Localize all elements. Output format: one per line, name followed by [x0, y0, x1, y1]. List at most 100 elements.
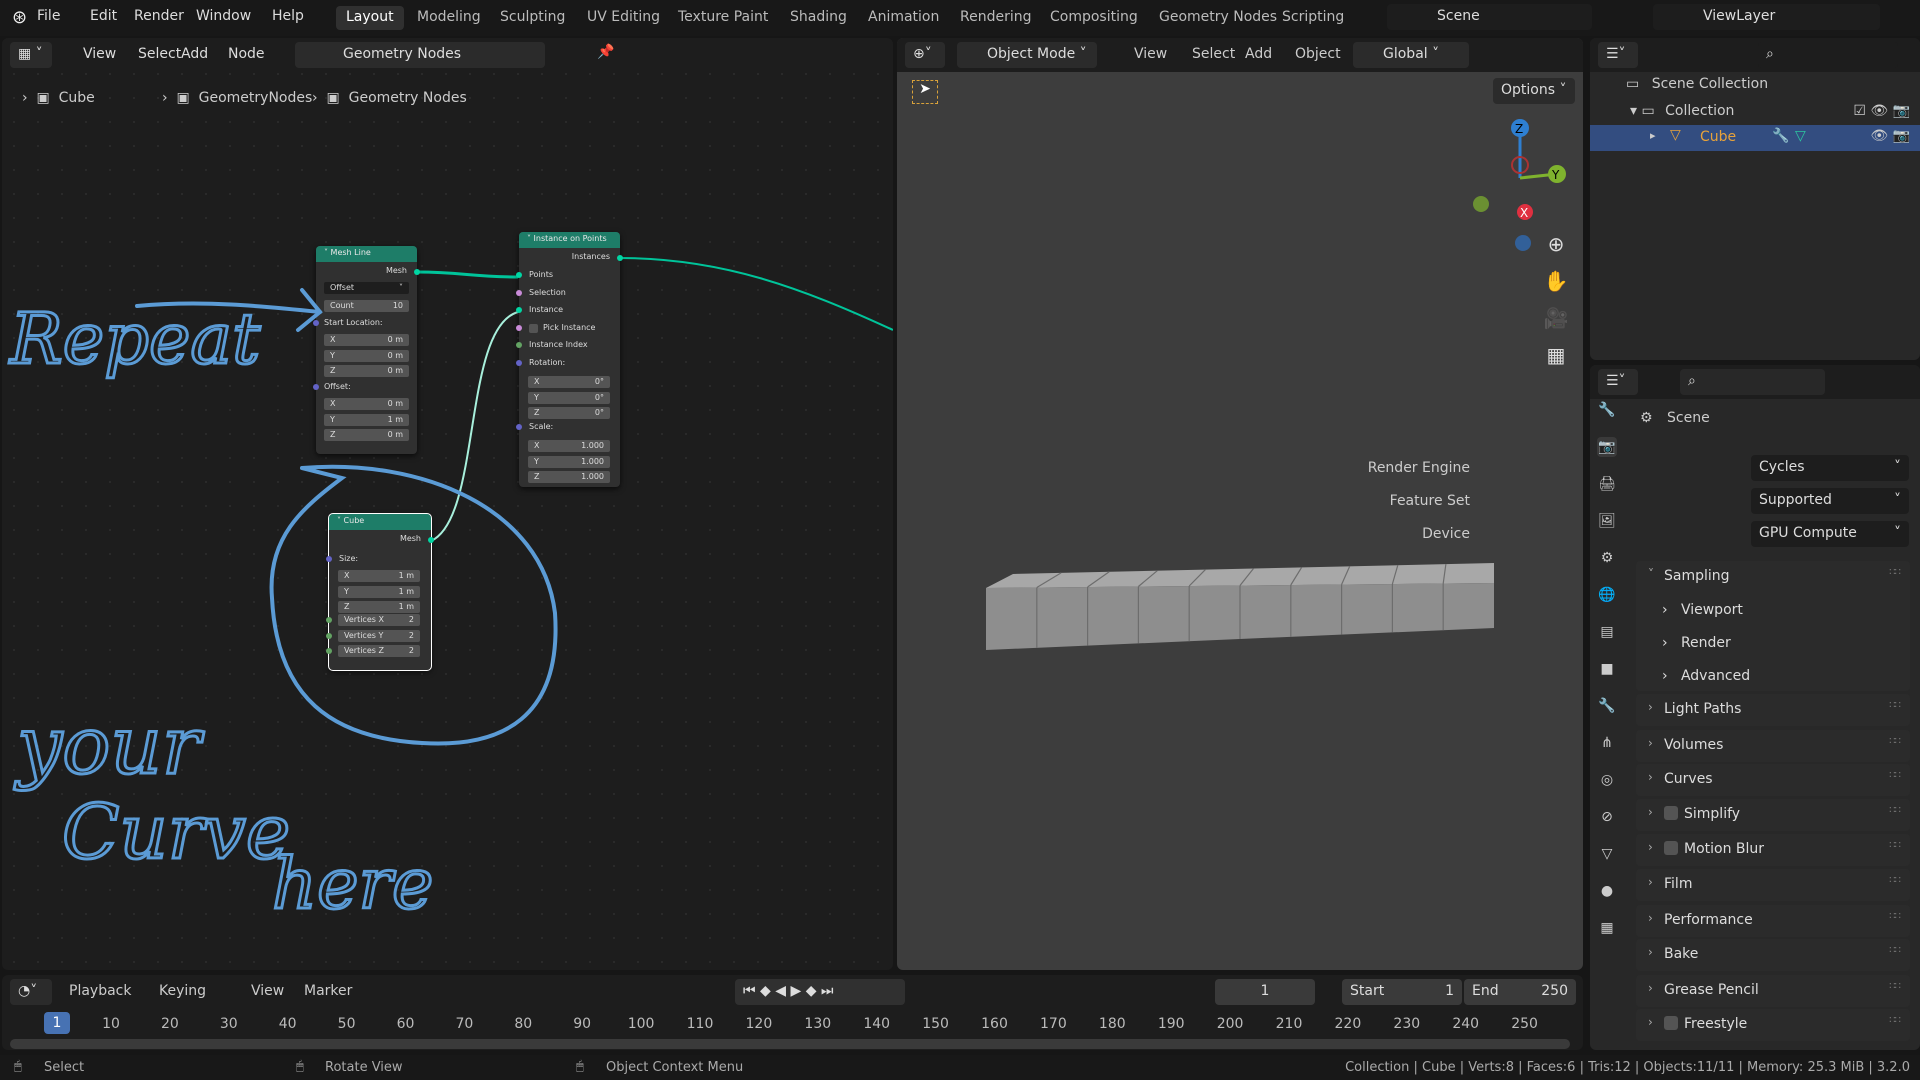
vector-field-z[interactable]: Z0 m	[324, 429, 409, 441]
mesh-line-node[interactable]: ˅ Mesh Line Mesh Offset ˅ Count 10 Start L…	[313, 246, 420, 454]
properties-tab-icon[interactable]: ■	[1597, 659, 1617, 679]
editor-type-button[interactable]: ◔˅	[10, 979, 52, 1005]
timeline-menu-keying[interactable]: Keying	[159, 983, 206, 999]
node-editor[interactable]: ▦ ˅ View Select Add Node Geometry Nodes 📌 ›…	[2, 38, 893, 970]
panel-performance[interactable]: › Performance ∷∷	[1636, 905, 1910, 937]
menu-window[interactable]: Window	[196, 8, 251, 24]
node-menu-node[interactable]: Node	[228, 46, 265, 62]
vector-field-y[interactable]: Y0 m	[324, 349, 409, 362]
outliner-collection[interactable]: ▾ ▭ Collection	[1630, 103, 1734, 119]
properties-tab-icon[interactable]: ▽	[1597, 844, 1617, 864]
editor-type-button[interactable]: ☰˅	[1598, 369, 1638, 395]
tab-workspace-modeling[interactable]: Modeling	[407, 6, 491, 30]
tab-workspace-shading[interactable]: Shading	[780, 6, 857, 30]
subpanel-viewport[interactable]: › Viewport	[1662, 602, 1743, 618]
count-field[interactable]: Count 10	[324, 300, 409, 312]
pin-icon[interactable]: 📌	[597, 44, 614, 60]
vector-field-vertices-y[interactable]: Vertices Y2	[338, 629, 420, 642]
panel-checkbox[interactable]	[1664, 1016, 1678, 1030]
editor-type-button[interactable]: ▦ ˅	[10, 42, 52, 68]
timeline-menu-marker[interactable]: Marker	[304, 983, 352, 999]
collection-visibility-icons[interactable]: ☑ 👁 📷	[1853, 103, 1910, 119]
tab-workspace-animation[interactable]: Animation	[858, 6, 949, 30]
panel-checkbox[interactable]	[1664, 806, 1678, 820]
node-menu-view[interactable]: View	[83, 46, 116, 62]
vector-field-z[interactable]: Z0 m	[324, 365, 409, 377]
panel-bake[interactable]: › Bake ∷∷	[1636, 939, 1910, 971]
socket-offset[interactable]	[313, 384, 319, 390]
node-menu-select[interactable]: Select	[138, 46, 181, 62]
socket-vertices[interactable]	[326, 648, 332, 654]
properties-tab-icon[interactable]: 🌐	[1597, 585, 1617, 605]
breadcrumb-item[interactable]: › ▣ GeometryNodes	[162, 90, 312, 106]
properties-search[interactable]: ⌕	[1680, 369, 1825, 395]
tab-workspace-compositing[interactable]: Compositing	[1040, 6, 1148, 30]
node-header[interactable]: ˅ Instance on Points	[519, 232, 620, 248]
vector-field-y[interactable]: Y1 m	[324, 413, 409, 426]
properties-tab-icon[interactable]: ⚙	[1597, 548, 1617, 568]
mode-dropdown[interactable]: Offset ˅	[324, 282, 409, 294]
feature-set-dropdown[interactable]: Supported ˅	[1751, 488, 1909, 514]
vector-field-vertices-x[interactable]: Vertices X2	[338, 614, 420, 626]
properties-tab-icon[interactable]: ⊘	[1597, 807, 1617, 827]
mesh-data-icon[interactable]: ▽	[1795, 128, 1806, 144]
menu-render[interactable]: Render	[134, 8, 184, 24]
vector-field-y[interactable]: Y 0°	[528, 391, 610, 404]
panel-freestyle[interactable]: › Freestyle ∷∷	[1636, 1009, 1910, 1041]
socket-input[interactable]	[516, 289, 522, 296]
tab-workspace-texture-paint[interactable]: Texture Paint	[668, 6, 778, 30]
tab-workspace-rendering[interactable]: Rendering	[950, 6, 1042, 30]
view-layer-selector[interactable]: ViewLayer	[1653, 4, 1880, 30]
cube-node[interactable]: ˅ Cube Mesh Size: X1 m Y1 m Z1 m Vertices …	[326, 513, 434, 671]
node-tree-selector[interactable]: Geometry Nodes	[295, 42, 545, 68]
visibility-icons[interactable]: 👁 📷	[1870, 128, 1910, 144]
panel-grease-pencil[interactable]: › Grease Pencil ∷∷	[1636, 975, 1910, 1007]
vector-field-x[interactable]: X 1.000	[528, 440, 610, 452]
tab-workspace-uv-editing[interactable]: UV Editing	[577, 6, 670, 30]
subpanel-advanced[interactable]: › Advanced	[1662, 668, 1750, 684]
properties-tab-icon[interactable]: ⋔	[1597, 733, 1617, 753]
instance-on-points-node[interactable]: ˅ Instance on Points Instances Points Sel…	[516, 232, 623, 487]
render-engine-dropdown[interactable]: Cycles ˅	[1751, 455, 1909, 481]
socket-input[interactable]	[516, 359, 522, 366]
socket-input[interactable]	[516, 272, 522, 278]
vector-field-x[interactable]: X 0°	[528, 376, 610, 388]
socket-mesh-out[interactable]	[414, 269, 420, 275]
panel-curves[interactable]: › Curves ∷∷	[1636, 764, 1910, 796]
vector-field-vertices-z[interactable]: Vertices Z2	[338, 645, 420, 657]
properties-tab-icon[interactable]: 🔧	[1597, 400, 1617, 420]
breadcrumb-item[interactable]: › ▣ Geometry Nodes	[312, 90, 467, 106]
cube-array-mesh[interactable]	[897, 38, 1583, 970]
vector-field-x[interactable]: X0 m	[324, 334, 409, 346]
vector-field-z[interactable]: Z 1.000	[528, 471, 610, 483]
pick-instance-checkbox[interactable]	[529, 324, 538, 333]
timeline-menu-view[interactable]: View	[251, 983, 284, 999]
end-frame-field[interactable]: End 250	[1464, 979, 1576, 1005]
socket-input[interactable]	[516, 342, 522, 348]
panel-film[interactable]: › Film ∷∷	[1636, 869, 1910, 901]
panel-light-paths[interactable]: › Light Paths ∷∷	[1636, 694, 1910, 726]
tab-workspace-sculpting[interactable]: Sculpting	[490, 6, 575, 30]
panel-volumes[interactable]: › Volumes ∷∷	[1636, 730, 1910, 762]
vector-field-z[interactable]: Z1 m	[338, 601, 420, 613]
playback-controls[interactable]: ⏮ ◆ ◀ ▶ ◆ ⏭	[735, 979, 905, 1005]
device-dropdown[interactable]: GPU Compute ˅	[1751, 521, 1909, 547]
tab-workspace-layout[interactable]: Layout	[336, 6, 404, 30]
panel-checkbox[interactable]	[1664, 841, 1678, 855]
display-mode-button[interactable]: ☰˅	[1598, 42, 1638, 68]
panel-motion-blur[interactable]: › Motion Blur ∷∷	[1636, 834, 1910, 866]
timeline[interactable]: ◔˅ Playback Keying View Marker ⏮ ◆ ◀ ▶ ◆ ⏭ …	[2, 975, 1583, 1050]
menu-edit[interactable]: Edit	[90, 8, 117, 24]
socket-mesh-out[interactable]	[428, 537, 434, 543]
properties-tab-icon[interactable]: 📷	[1597, 437, 1617, 457]
outliner[interactable]: ☰˅ ⌕ ▭ Scene Collection ▾ ▭ Collection ☑…	[1590, 38, 1920, 360]
socket-input[interactable]	[516, 307, 522, 313]
panel-simplify[interactable]: › Simplify ∷∷	[1636, 799, 1910, 831]
3d-viewport[interactable]: ⊕˅ Object Mode ˅ View Select Add Object Glo…	[897, 38, 1583, 970]
properties-tab-icon[interactable]: ▦	[1597, 918, 1617, 938]
socket-input[interactable]	[516, 324, 522, 331]
vector-field-y[interactable]: Y 1.000	[528, 455, 610, 468]
node-menu-add[interactable]: Add	[181, 46, 208, 62]
properties-tab-icon[interactable]: ◎	[1597, 770, 1617, 790]
node-header[interactable]: ˅ Mesh Line	[316, 246, 417, 262]
